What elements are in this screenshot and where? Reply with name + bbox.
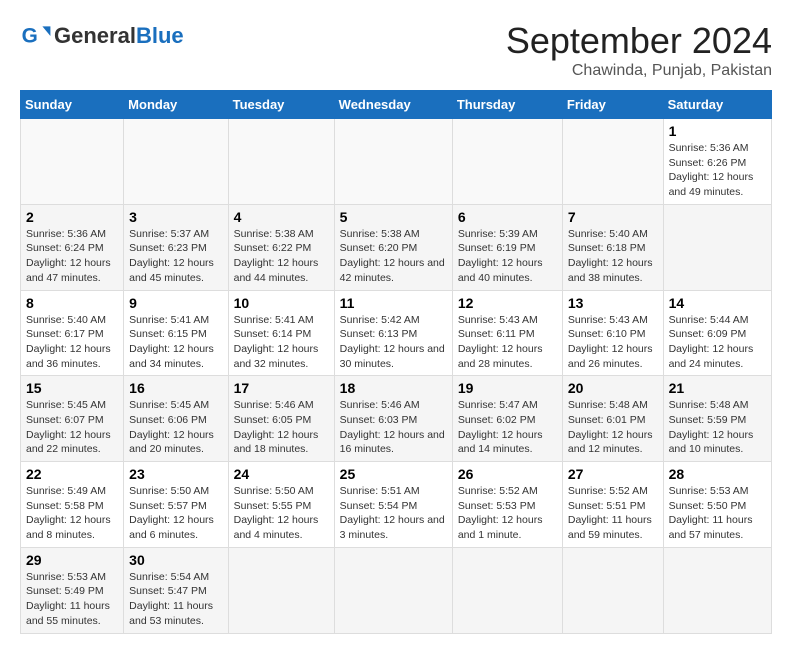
day-cell: 5Sunrise: 5:38 AMSunset: 6:20 PMDaylight… [334, 204, 452, 290]
calendar-table: SundayMondayTuesdayWednesdayThursdayFrid… [20, 90, 772, 634]
logo: G GeneralBlue [20, 20, 184, 52]
week-row-5: 22Sunrise: 5:49 AMSunset: 5:58 PMDayligh… [21, 462, 772, 548]
empty-cell [663, 204, 771, 290]
empty-cell [228, 119, 334, 205]
day-cell: 16Sunrise: 5:45 AMSunset: 6:06 PMDayligh… [124, 376, 228, 462]
day-cell: 2Sunrise: 5:36 AMSunset: 6:24 PMDaylight… [21, 204, 124, 290]
day-cell: 28Sunrise: 5:53 AMSunset: 5:50 PMDayligh… [663, 462, 771, 548]
logo-icon: G [20, 20, 52, 52]
week-row-4: 15Sunrise: 5:45 AMSunset: 6:07 PMDayligh… [21, 376, 772, 462]
day-cell: 29Sunrise: 5:53 AMSunset: 5:49 PMDayligh… [21, 547, 124, 633]
empty-cell [562, 547, 663, 633]
day-cell: 20Sunrise: 5:48 AMSunset: 6:01 PMDayligh… [562, 376, 663, 462]
empty-cell [334, 547, 452, 633]
day-cell: 17Sunrise: 5:46 AMSunset: 6:05 PMDayligh… [228, 376, 334, 462]
empty-cell [124, 119, 228, 205]
day-cell: 24Sunrise: 5:50 AMSunset: 5:55 PMDayligh… [228, 462, 334, 548]
main-title: September 2024 [506, 20, 772, 62]
day-cell: 23Sunrise: 5:50 AMSunset: 5:57 PMDayligh… [124, 462, 228, 548]
empty-cell [452, 547, 562, 633]
day-cell: 1Sunrise: 5:36 AMSunset: 6:26 PMDaylight… [663, 119, 771, 205]
svg-text:G: G [22, 24, 38, 47]
logo-general: GeneralBlue [54, 23, 184, 49]
week-row-6: 29Sunrise: 5:53 AMSunset: 5:49 PMDayligh… [21, 547, 772, 633]
header-friday: Friday [562, 91, 663, 119]
day-cell: 6Sunrise: 5:39 AMSunset: 6:19 PMDaylight… [452, 204, 562, 290]
title-area: September 2024 Chawinda, Punjab, Pakista… [506, 20, 772, 80]
week-row-2: 2Sunrise: 5:36 AMSunset: 6:24 PMDaylight… [21, 204, 772, 290]
empty-cell [334, 119, 452, 205]
day-cell: 15Sunrise: 5:45 AMSunset: 6:07 PMDayligh… [21, 376, 124, 462]
day-cell: 25Sunrise: 5:51 AMSunset: 5:54 PMDayligh… [334, 462, 452, 548]
header-wednesday: Wednesday [334, 91, 452, 119]
empty-cell [663, 547, 771, 633]
day-cell: 18Sunrise: 5:46 AMSunset: 6:03 PMDayligh… [334, 376, 452, 462]
week-row-1: 1Sunrise: 5:36 AMSunset: 6:26 PMDaylight… [21, 119, 772, 205]
header-sunday: Sunday [21, 91, 124, 119]
day-cell: 7Sunrise: 5:40 AMSunset: 6:18 PMDaylight… [562, 204, 663, 290]
empty-cell [228, 547, 334, 633]
empty-cell [21, 119, 124, 205]
day-cell: 9Sunrise: 5:41 AMSunset: 6:15 PMDaylight… [124, 290, 228, 376]
day-cell: 3Sunrise: 5:37 AMSunset: 6:23 PMDaylight… [124, 204, 228, 290]
day-cell: 19Sunrise: 5:47 AMSunset: 6:02 PMDayligh… [452, 376, 562, 462]
header-tuesday: Tuesday [228, 91, 334, 119]
day-cell: 12Sunrise: 5:43 AMSunset: 6:11 PMDayligh… [452, 290, 562, 376]
header-thursday: Thursday [452, 91, 562, 119]
day-cell: 11Sunrise: 5:42 AMSunset: 6:13 PMDayligh… [334, 290, 452, 376]
day-cell: 10Sunrise: 5:41 AMSunset: 6:14 PMDayligh… [228, 290, 334, 376]
empty-cell [562, 119, 663, 205]
day-cell: 4Sunrise: 5:38 AMSunset: 6:22 PMDaylight… [228, 204, 334, 290]
day-cell: 30Sunrise: 5:54 AMSunset: 5:47 PMDayligh… [124, 547, 228, 633]
day-cell: 27Sunrise: 5:52 AMSunset: 5:51 PMDayligh… [562, 462, 663, 548]
empty-cell [452, 119, 562, 205]
day-cell: 13Sunrise: 5:43 AMSunset: 6:10 PMDayligh… [562, 290, 663, 376]
header: G GeneralBlue September 2024 Chawinda, P… [20, 20, 772, 80]
header-saturday: Saturday [663, 91, 771, 119]
header-monday: Monday [124, 91, 228, 119]
day-cell: 8Sunrise: 5:40 AMSunset: 6:17 PMDaylight… [21, 290, 124, 376]
day-cell: 26Sunrise: 5:52 AMSunset: 5:53 PMDayligh… [452, 462, 562, 548]
day-cell: 14Sunrise: 5:44 AMSunset: 6:09 PMDayligh… [663, 290, 771, 376]
day-cell: 22Sunrise: 5:49 AMSunset: 5:58 PMDayligh… [21, 462, 124, 548]
subtitle: Chawinda, Punjab, Pakistan [506, 62, 772, 80]
day-cell: 21Sunrise: 5:48 AMSunset: 5:59 PMDayligh… [663, 376, 771, 462]
header-row: SundayMondayTuesdayWednesdayThursdayFrid… [21, 91, 772, 119]
week-row-3: 8Sunrise: 5:40 AMSunset: 6:17 PMDaylight… [21, 290, 772, 376]
